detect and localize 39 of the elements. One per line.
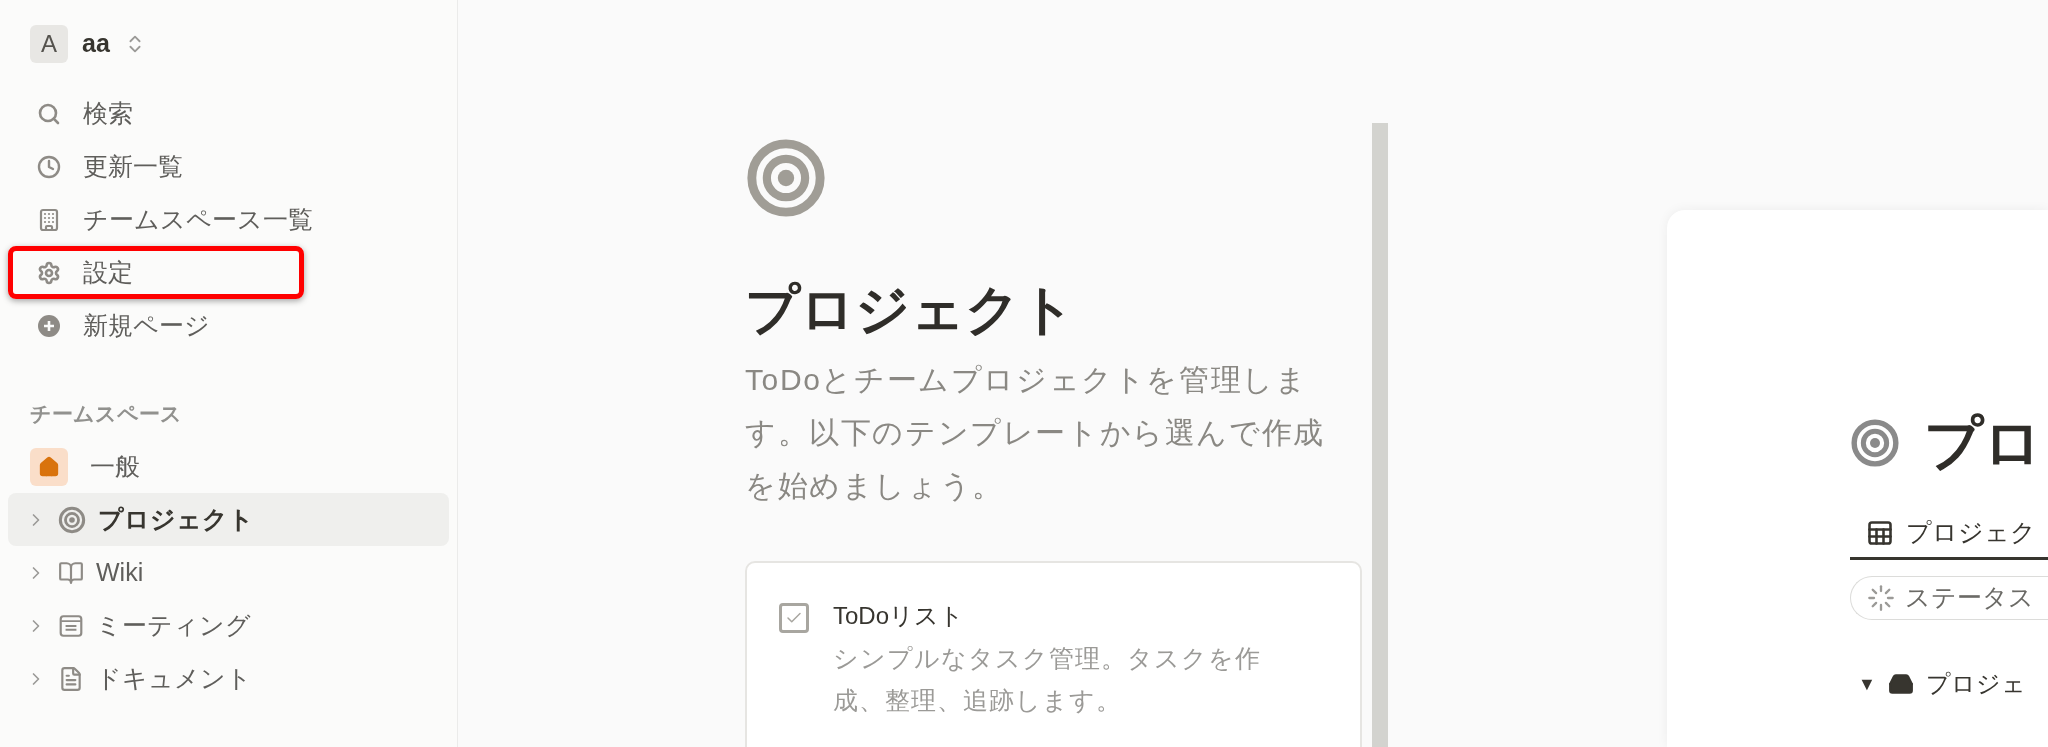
search-icon: [37, 101, 61, 126]
nav-item[interactable]: 検索: [8, 87, 304, 140]
workspace-name: aa: [82, 28, 110, 60]
nav-item[interactable]: 更新一覧: [8, 140, 304, 193]
nav-item[interactable]: チームスペース一覧: [8, 193, 330, 246]
teamspace-item[interactable]: Wiki: [8, 546, 449, 599]
inbox-icon: [1887, 671, 1914, 697]
document-icon: [58, 665, 84, 692]
section-title: チームスペース: [29, 401, 183, 428]
view-tab[interactable]: プロジェク: [1850, 508, 2048, 560]
template-card[interactable]: ToDoリスト シンプルなタスク管理。タスクを作成、整理、追跡します。: [745, 561, 1362, 747]
teamspace-item[interactable]: ミーティング: [8, 599, 449, 652]
plus-circle-icon: [37, 313, 61, 338]
building-icon: [37, 207, 61, 232]
group-header[interactable]: プロジェ: [1925, 666, 2026, 702]
target-icon: [58, 505, 86, 534]
toggle-arrow[interactable]: ▼: [1858, 670, 1876, 698]
home-icon: [30, 447, 68, 486]
target-icon: [745, 137, 827, 219]
page-description: ToDoとチームプロジェクトを管理します。以下のテンプレートから選んで作成を始めましょう。: [745, 362, 1326, 504]
page-title: プロジェクト: [745, 278, 1076, 341]
workspace-avatar: A: [30, 25, 68, 63]
settings-icon: [37, 260, 61, 285]
table-icon: [1866, 518, 1894, 547]
nav-item[interactable]: 新規ページ: [8, 299, 304, 352]
target-icon: [1850, 418, 1900, 468]
checkbox-icon: [779, 603, 809, 633]
teamspace-item[interactable]: 一般: [8, 440, 449, 493]
loader-icon: [1867, 584, 1895, 612]
preview-title: プロ: [1924, 409, 2042, 477]
clock-icon: [37, 154, 61, 179]
template-title: ToDoリスト: [833, 601, 966, 631]
teamspace-item[interactable]: ドキュメント: [8, 652, 449, 705]
teamspace-item[interactable]: プロジェクト: [8, 493, 449, 546]
workspace-switcher[interactable]: A aa: [8, 21, 146, 67]
book-icon: [58, 559, 84, 586]
nav-item[interactable]: 設定: [8, 246, 304, 299]
notes-icon: [58, 612, 84, 639]
template-description: シンプルなタスク管理。タスクを作成、整理、追跡します。: [833, 643, 1262, 716]
